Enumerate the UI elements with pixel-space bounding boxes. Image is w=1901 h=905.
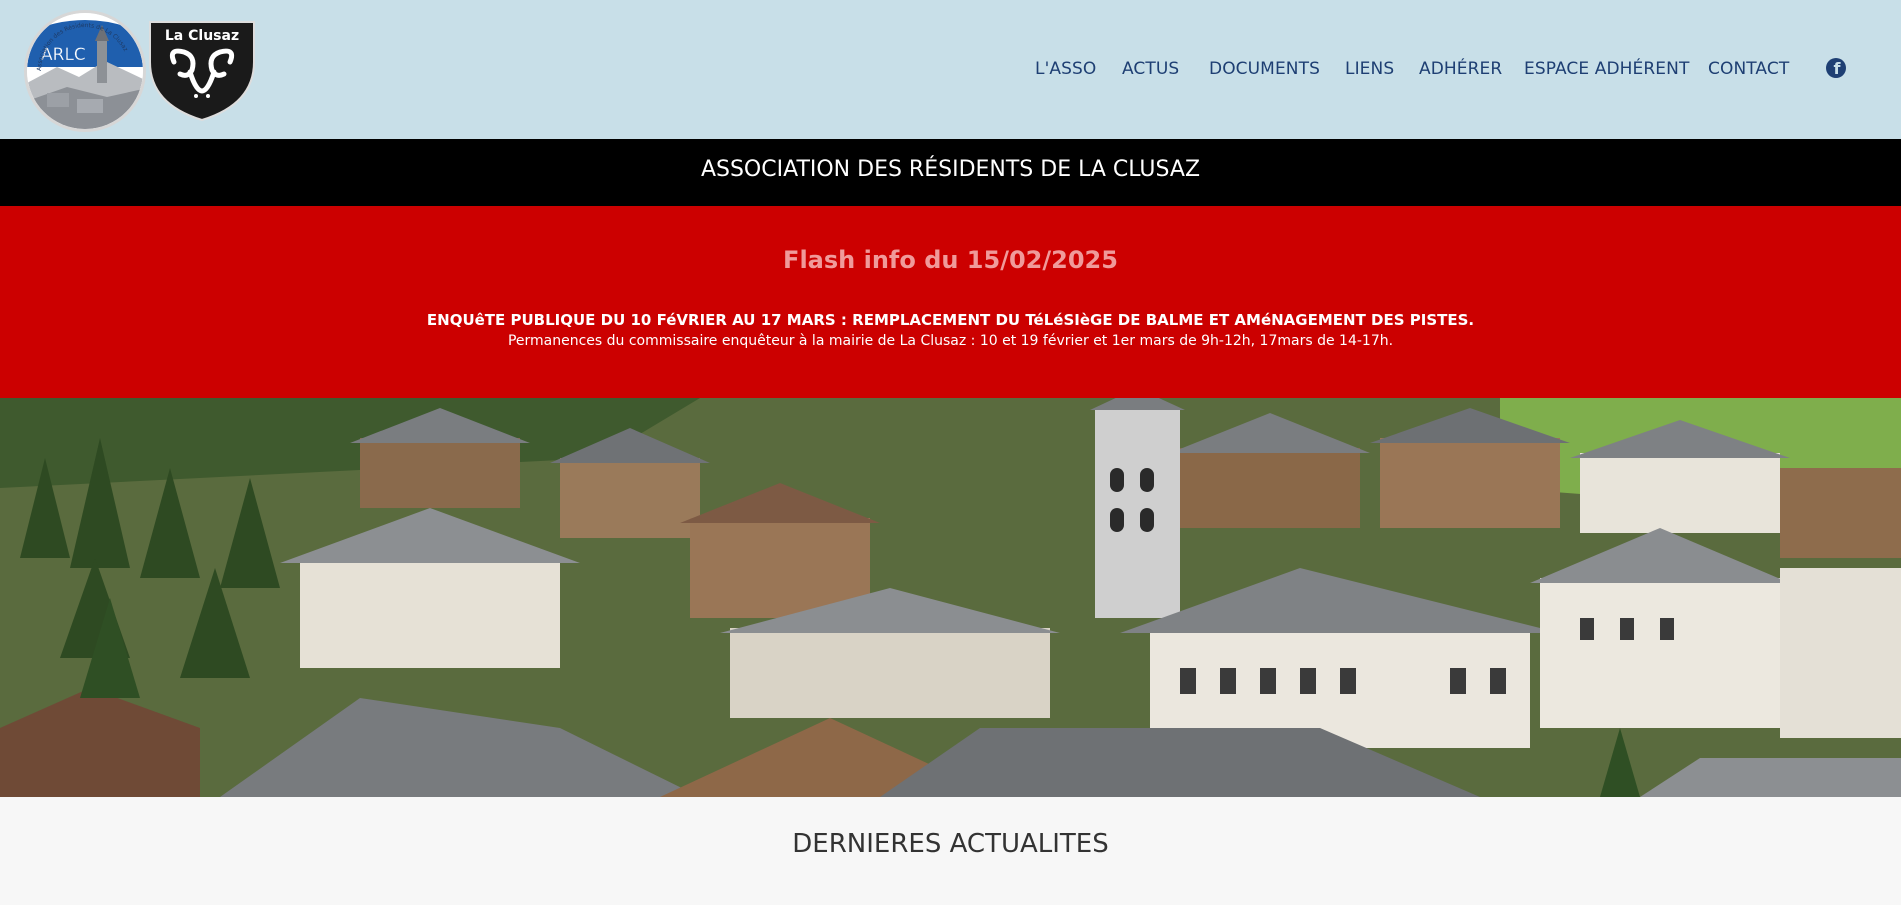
flash-info-headline: ENQUêTE PUBLIQUE DU 10 FéVRIER AU 17 MAR… xyxy=(426,311,1475,329)
news-section-title: DERNIERES ACTUALITES xyxy=(792,829,1109,859)
facebook-icon[interactable]: f xyxy=(1826,58,1846,78)
site-title: ASSOCIATION DES RÉSIDENTS DE LA CLUSAZ xyxy=(700,157,1201,182)
flash-info-banner: Flash info du 15/02/2025 ENQUêTE PUBLIQU… xyxy=(0,206,1901,398)
site-header: ARLC Association des Résidents de La Clu… xyxy=(0,0,1901,139)
flash-info-title: Flash info du 15/02/2025 xyxy=(783,246,1118,274)
nav-item-contact[interactable]: CONTACT xyxy=(1708,54,1789,84)
nav-item-actus[interactable]: ACTUS xyxy=(1122,54,1179,84)
hero-image xyxy=(0,398,1901,797)
nav-item-adherer[interactable]: ADHÉRER xyxy=(1419,54,1502,84)
nav-item-documents[interactable]: DOCUMENTS xyxy=(1209,54,1320,84)
nav-item-liens[interactable]: LIENS xyxy=(1345,54,1394,84)
title-bar: ASSOCIATION DES RÉSIDENTS DE LA CLUSAZ xyxy=(0,139,1901,206)
facebook-glyph: f xyxy=(1833,59,1841,78)
nav-item-espace-adherent[interactable]: ESPACE ADHÉRENT xyxy=(1524,54,1689,84)
flash-info-details: Permanences du commissaire enquêteur à l… xyxy=(507,333,1394,349)
nav-item-asso[interactable]: L'ASSO xyxy=(1035,54,1096,84)
news-section: DERNIERES ACTUALITES xyxy=(0,797,1901,905)
la-clusaz-logo-text: La Clusaz xyxy=(165,28,239,44)
main-nav: L'ASSO ACTUS DOCUMENTS LIENS ADHÉRER ESP… xyxy=(0,54,1901,86)
